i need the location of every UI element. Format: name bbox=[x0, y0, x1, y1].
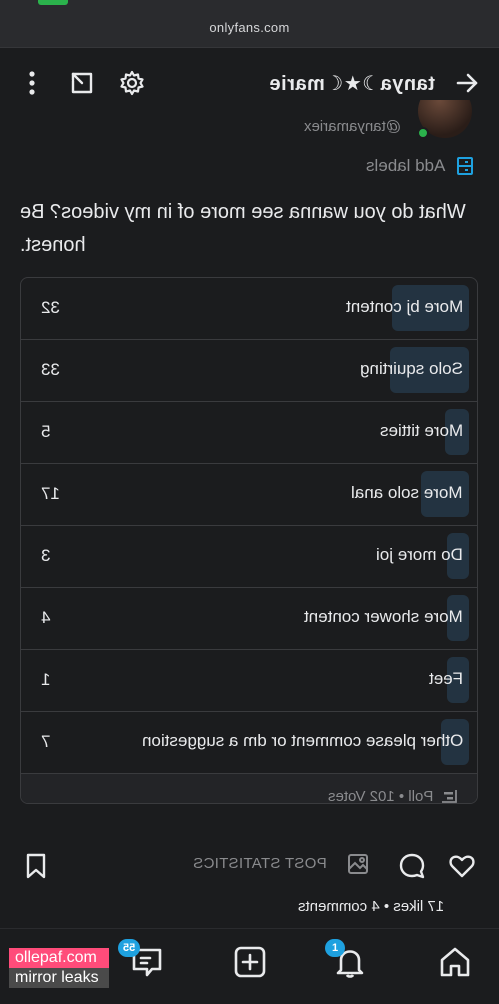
poll-chart-icon bbox=[442, 790, 457, 803]
browser-url-bar[interactable]: onlyfans.com bbox=[0, 8, 499, 48]
notifications-badge: 1 bbox=[325, 939, 345, 957]
post-text: What do you wanna see more of in my vide… bbox=[20, 201, 466, 256]
home-icon[interactable] bbox=[438, 945, 472, 979]
poll-option-votes: 17 bbox=[41, 484, 60, 503]
poll-option[interactable]: Solo squirting 33 bbox=[21, 340, 477, 402]
comment-icon[interactable] bbox=[398, 852, 426, 880]
post-statistics-button[interactable]: POST STATISTICS bbox=[193, 855, 327, 872]
share-icon[interactable] bbox=[68, 69, 96, 97]
messages-badge: 55 bbox=[118, 939, 141, 957]
poll-option[interactable]: More bj content 32 bbox=[21, 278, 477, 340]
watermark-line-1: ollepaf.com bbox=[9, 948, 109, 968]
back-arrow-icon[interactable] bbox=[453, 69, 481, 97]
poll-option-votes: 4 bbox=[41, 608, 51, 627]
poll-option[interactable]: More shower content 4 bbox=[21, 588, 477, 650]
statistics-image-icon[interactable] bbox=[346, 852, 374, 880]
poll-option-label: More bj content bbox=[345, 297, 463, 316]
poll-option[interactable]: More solo anal 17 bbox=[21, 464, 477, 526]
page-title: tanya☽★☾marie bbox=[269, 72, 435, 95]
poll-option-label: Do more joi bbox=[376, 545, 463, 564]
status-bar bbox=[0, 0, 499, 8]
add-labels-text: Add labels bbox=[365, 156, 445, 175]
poll-option-votes: 5 bbox=[41, 422, 51, 441]
poll-option-label: Feet bbox=[428, 669, 463, 688]
poll-option[interactable]: Feet 1 bbox=[21, 650, 477, 712]
poll-option-label: Solo squirting bbox=[359, 359, 463, 378]
watermark: ollepaf.com mirror leaks bbox=[9, 948, 109, 988]
poll-option-votes: 33 bbox=[41, 360, 60, 379]
author-handle[interactable]: @tanyamariex bbox=[304, 118, 401, 135]
poll-option-label: More shower content bbox=[304, 607, 463, 626]
poll-option-votes: 3 bbox=[41, 546, 51, 565]
like-heart-icon[interactable] bbox=[448, 852, 476, 880]
battery-icon bbox=[38, 0, 68, 5]
more-options-icon[interactable] bbox=[18, 69, 46, 97]
label-icon bbox=[455, 156, 475, 176]
poll-option-votes: 7 bbox=[41, 732, 51, 751]
poll-option-votes: 1 bbox=[41, 670, 51, 689]
poll-option-label: More titties bbox=[379, 421, 463, 440]
poll-option-label: More solo anal bbox=[351, 483, 463, 502]
poll-option[interactable]: Do more joi 3 bbox=[21, 526, 477, 588]
poll-option[interactable]: More titties 5 bbox=[21, 402, 477, 464]
online-status-indicator bbox=[417, 127, 429, 139]
likes-comments-summary[interactable]: 17 likes • 4 comments bbox=[298, 898, 444, 915]
poll-card: More bj content 32 Solo squirting 33 More ti… bbox=[20, 277, 478, 804]
watermark-line-2: mirror leaks bbox=[9, 968, 109, 988]
url-text: onlyfans.com bbox=[209, 20, 290, 35]
poll-option-votes: 32 bbox=[41, 298, 60, 317]
poll-vote-total: Poll • 102 Votes bbox=[327, 787, 433, 804]
add-labels-row[interactable]: Add labels bbox=[366, 156, 475, 176]
settings-gear-icon[interactable] bbox=[118, 69, 146, 97]
poll-option-label: Other please comment or dm a suggestion bbox=[141, 731, 463, 750]
bookmark-icon[interactable] bbox=[22, 852, 50, 880]
add-post-icon[interactable] bbox=[233, 945, 267, 979]
poll-option[interactable]: Other please comment or dm a suggestion 7 bbox=[21, 712, 477, 774]
poll-footer: Poll • 102 Votes bbox=[21, 774, 477, 804]
